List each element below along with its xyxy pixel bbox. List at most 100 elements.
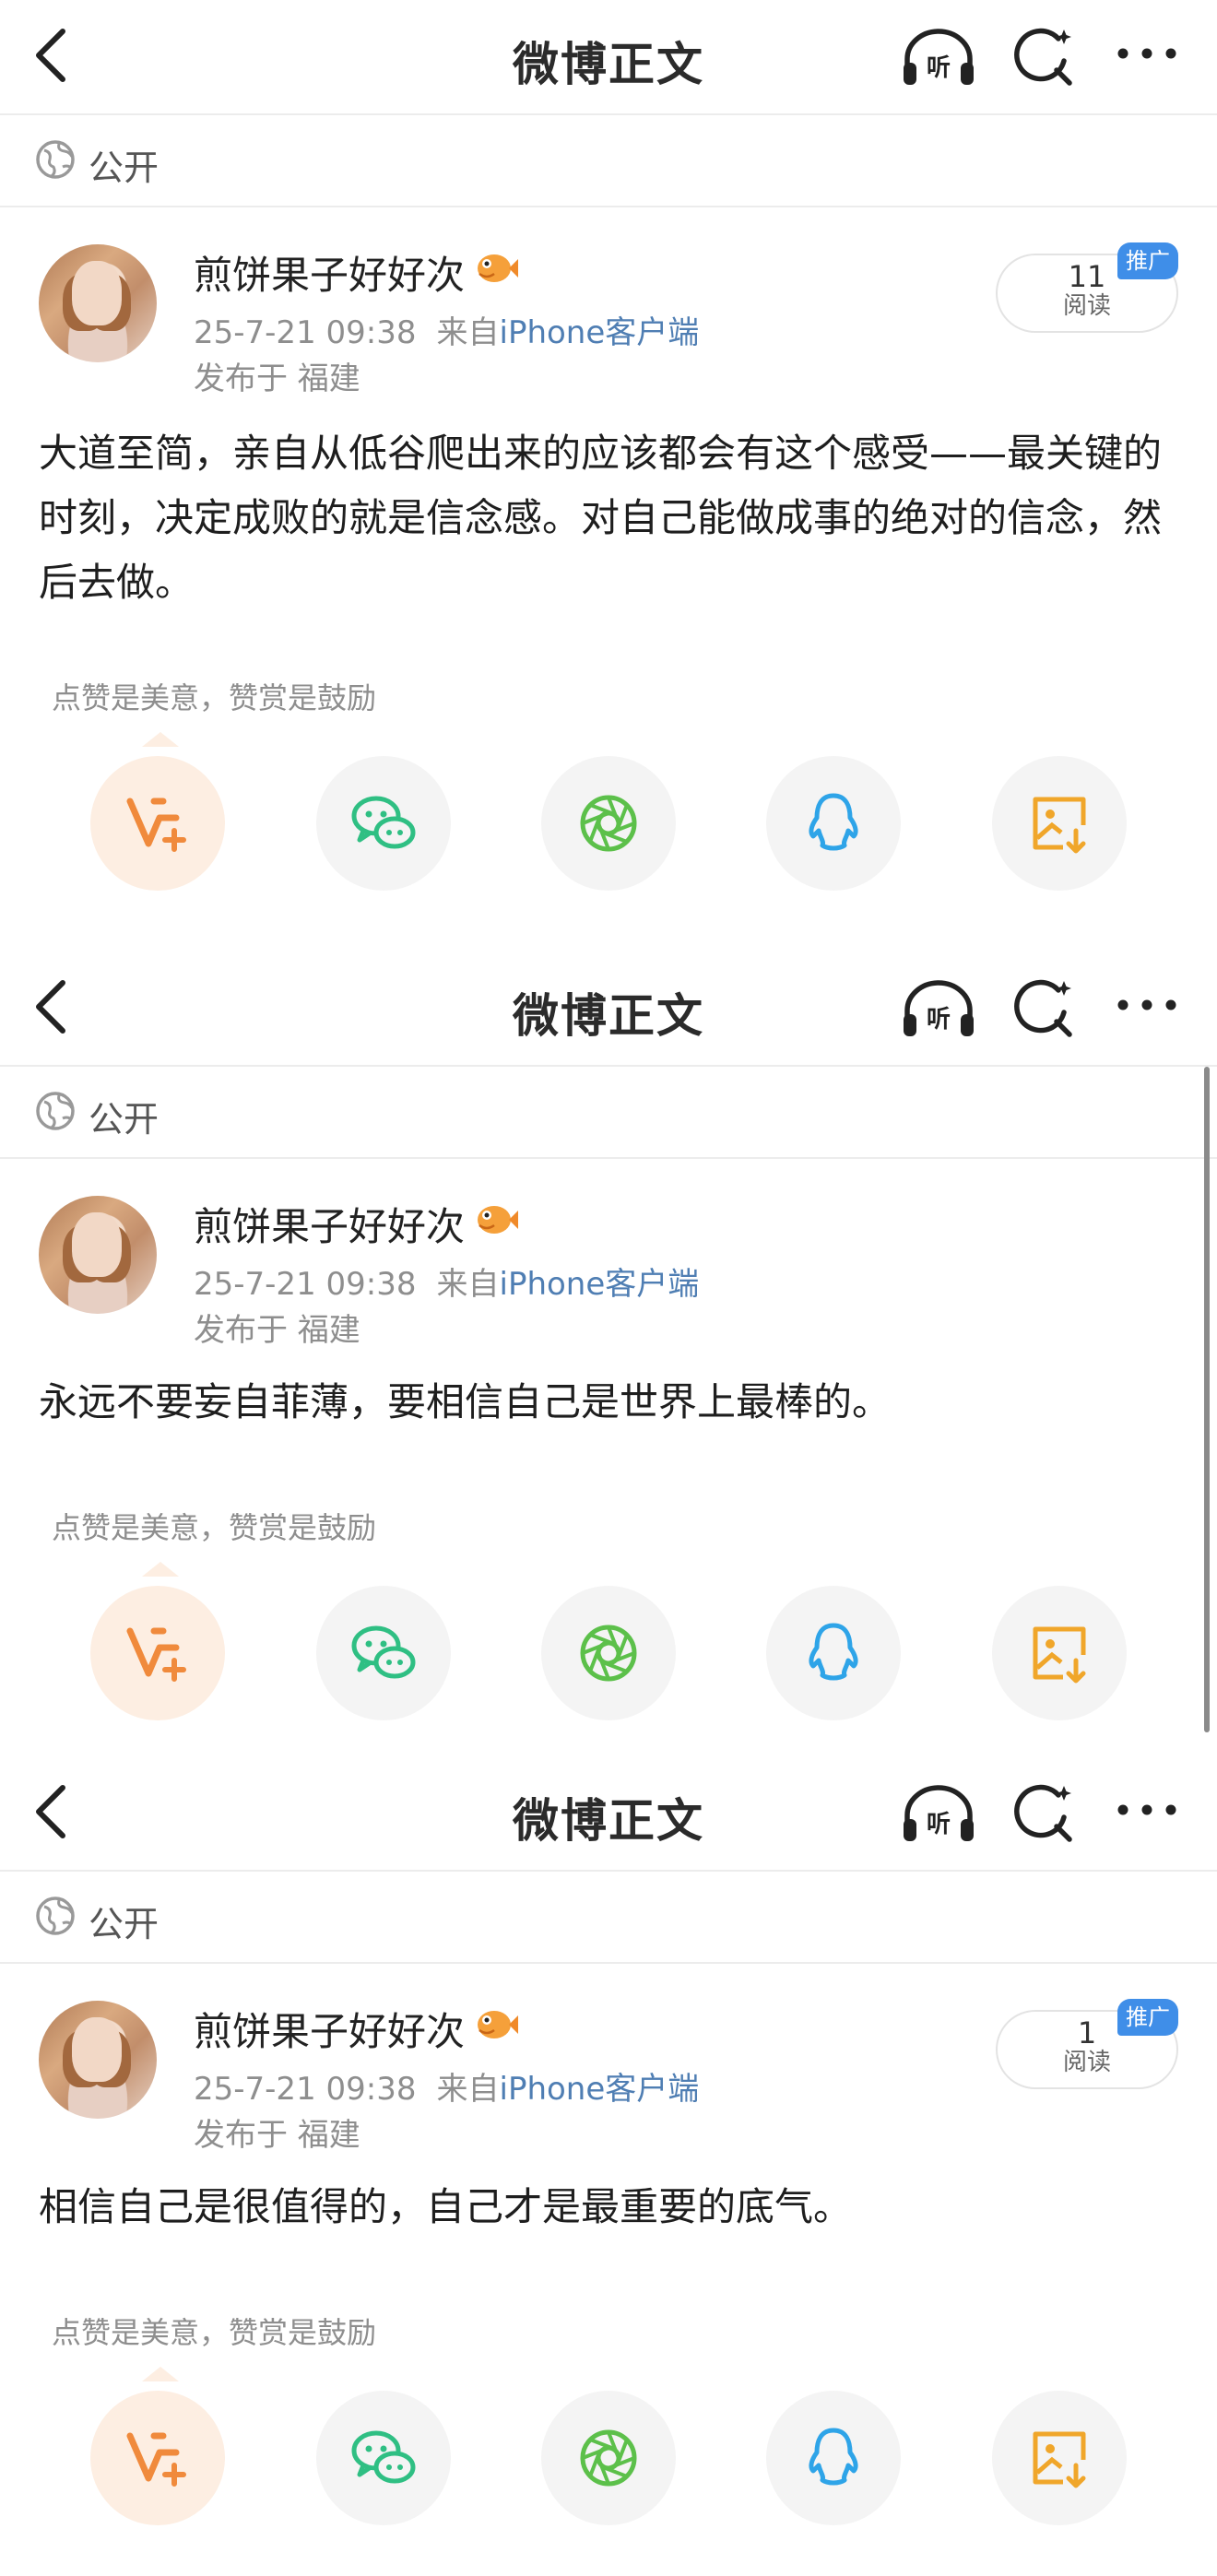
visibility-bar: 公开 bbox=[0, 1067, 1217, 1159]
post-date: 25-7-21 09:38 bbox=[194, 1266, 417, 1303]
reward-hint: 点赞是美意，赞赏是鼓励 bbox=[52, 1510, 377, 1545]
qq-icon bbox=[809, 2428, 858, 2486]
headphones-listen-icon[interactable]: 听 bbox=[900, 977, 977, 1040]
top-nav-bar: 微博正文 听 bbox=[0, 951, 1217, 1067]
visibility-bar: 公开 bbox=[0, 115, 1217, 207]
scrollbar[interactable] bbox=[1204, 1067, 1210, 1732]
search-icon[interactable] bbox=[1010, 1780, 1077, 1847]
more-options-icon[interactable] bbox=[1114, 42, 1180, 65]
reward-hint: 点赞是美意，赞赏是鼓励 bbox=[52, 680, 377, 715]
pufferfish-badge-icon bbox=[478, 254, 518, 282]
headphones-listen-icon[interactable]: 听 bbox=[900, 1782, 977, 1845]
post-location: 发布于 福建 bbox=[194, 2117, 360, 2154]
reward-caret bbox=[142, 2367, 179, 2381]
moments-icon bbox=[580, 2429, 637, 2487]
share-qq-button[interactable] bbox=[766, 2391, 901, 2525]
pufferfish-badge-icon bbox=[478, 2011, 518, 2038]
post-source-link[interactable]: iPhone客户端 bbox=[500, 314, 700, 351]
more-options-icon[interactable] bbox=[1114, 994, 1180, 1016]
listen-label: 听 bbox=[927, 1006, 951, 1034]
from-label: 来自 bbox=[436, 1266, 500, 1303]
post-header: 煎饼果子好好次 25-7-21 09:38 来自iPhone客户端 发布于 福建 … bbox=[0, 207, 1217, 421]
username[interactable]: 煎饼果子好好次 bbox=[194, 1196, 465, 1252]
post-meta: 25-7-21 09:38 来自iPhone客户端 bbox=[194, 1258, 699, 1304]
save-image-button[interactable] bbox=[992, 1586, 1127, 1720]
globe-icon bbox=[36, 1897, 75, 1935]
post-date: 25-7-21 09:38 bbox=[194, 314, 417, 351]
avatar[interactable] bbox=[39, 244, 157, 362]
promote-badge[interactable]: 推广 bbox=[1117, 242, 1178, 279]
read-label: 阅读 bbox=[1062, 292, 1111, 320]
top-nav-bar: 微博正文 听 bbox=[0, 1756, 1217, 1872]
from-label: 来自 bbox=[436, 2071, 500, 2108]
globe-icon bbox=[36, 1092, 75, 1130]
reward-button[interactable] bbox=[90, 756, 225, 891]
share-moments-button[interactable] bbox=[541, 756, 676, 891]
share-wechat-button[interactable] bbox=[316, 756, 451, 891]
pufferfish-badge-icon bbox=[478, 1206, 518, 1234]
wechat-icon bbox=[351, 2430, 416, 2484]
globe-icon bbox=[36, 140, 75, 179]
share-wechat-button[interactable] bbox=[316, 2391, 451, 2525]
share-row bbox=[0, 756, 1217, 892]
post-header: 煎饼果子好好次 25-7-21 09:38 来自iPhone客户端 发布于 福建 bbox=[0, 1159, 1217, 1373]
more-options-icon[interactable] bbox=[1114, 1799, 1180, 1821]
post-meta: 25-7-21 09:38 来自iPhone客户端 bbox=[194, 307, 699, 352]
headphones-listen-icon[interactable]: 听 bbox=[900, 26, 977, 89]
save-image-button[interactable] bbox=[992, 2391, 1127, 2525]
visibility-label: 公开 bbox=[89, 148, 160, 188]
top-nav-bar: 微博正文 听 bbox=[0, 0, 1217, 115]
save-image-icon bbox=[1033, 1626, 1086, 1684]
reward-button[interactable] bbox=[90, 2391, 225, 2525]
post-screen-1: 微博正文 听 公开 煎饼果子好好次 25-7-21 09:38 来自iPhone客… bbox=[0, 0, 1217, 931]
share-row bbox=[0, 1586, 1217, 1722]
promote-badge[interactable]: 推广 bbox=[1117, 1999, 1178, 2036]
username[interactable]: 煎饼果子好好次 bbox=[194, 244, 465, 301]
post-date: 25-7-21 09:38 bbox=[194, 2071, 417, 2108]
share-moments-button[interactable] bbox=[541, 2391, 676, 2525]
listen-label: 听 bbox=[927, 54, 951, 82]
post-screen-3: 微博正文 听 公开 煎饼果子好好次 25-7-21 09:38 来自iPhone客… bbox=[0, 1756, 1217, 2576]
post-location: 发布于 福建 bbox=[194, 1312, 360, 1349]
post-header: 煎饼果子好好次 25-7-21 09:38 来自iPhone客户端 发布于 福建 … bbox=[0, 1964, 1217, 2178]
share-qq-button[interactable] bbox=[766, 756, 901, 891]
qq-icon bbox=[809, 793, 858, 851]
save-image-icon bbox=[1033, 797, 1086, 854]
visibility-bar: 公开 bbox=[0, 1872, 1217, 1964]
visibility-label: 公开 bbox=[89, 1904, 160, 1944]
moments-icon bbox=[580, 1625, 637, 1682]
reward-hint: 点赞是美意，赞赏是鼓励 bbox=[52, 2315, 377, 2350]
post-screen-2: 微博正文 听 公开 煎饼果子好好次 25-7-21 09:38 来自iPhone客… bbox=[0, 951, 1217, 1733]
share-wechat-button[interactable] bbox=[316, 1586, 451, 1720]
wechat-icon bbox=[351, 1625, 416, 1679]
qq-icon bbox=[809, 1623, 858, 1681]
post-source-link[interactable]: iPhone客户端 bbox=[500, 1266, 700, 1303]
wechat-icon bbox=[351, 796, 416, 849]
save-image-button[interactable] bbox=[992, 756, 1127, 891]
search-icon[interactable] bbox=[1010, 975, 1077, 1042]
save-image-icon bbox=[1033, 2431, 1086, 2488]
share-qq-button[interactable] bbox=[766, 1586, 901, 1720]
share-moments-button[interactable] bbox=[541, 1586, 676, 1720]
avatar[interactable] bbox=[39, 2001, 157, 2119]
share-row bbox=[0, 2391, 1217, 2527]
username[interactable]: 煎饼果子好好次 bbox=[194, 2001, 465, 2057]
from-label: 来自 bbox=[436, 314, 500, 351]
reward-button[interactable] bbox=[90, 1586, 225, 1720]
search-icon[interactable] bbox=[1010, 24, 1077, 90]
post-location: 发布于 福建 bbox=[194, 360, 360, 397]
reward-caret bbox=[142, 1562, 179, 1577]
listen-label: 听 bbox=[927, 1811, 951, 1838]
vip-reward-icon bbox=[126, 798, 186, 852]
reward-caret bbox=[142, 732, 179, 747]
post-source-link[interactable]: iPhone客户端 bbox=[500, 2071, 700, 2108]
vip-reward-icon bbox=[126, 1627, 186, 1682]
visibility-label: 公开 bbox=[89, 1099, 160, 1140]
post-content: 永远不要妄自菲薄，要相信自己是世界上最棒的。 bbox=[39, 1379, 892, 1424]
vip-reward-icon bbox=[126, 2432, 186, 2487]
post-meta: 25-7-21 09:38 来自iPhone客户端 bbox=[194, 2063, 699, 2109]
post-content: 大道至简，亲自从低谷爬出来的应该都会有这个感受——最关键的时刻，决定成败的就是信… bbox=[39, 431, 1163, 605]
avatar[interactable] bbox=[39, 1196, 157, 1314]
post-content: 相信自己是很值得的，自己才是最重要的底气。 bbox=[39, 2184, 853, 2229]
moments-icon bbox=[580, 795, 637, 852]
